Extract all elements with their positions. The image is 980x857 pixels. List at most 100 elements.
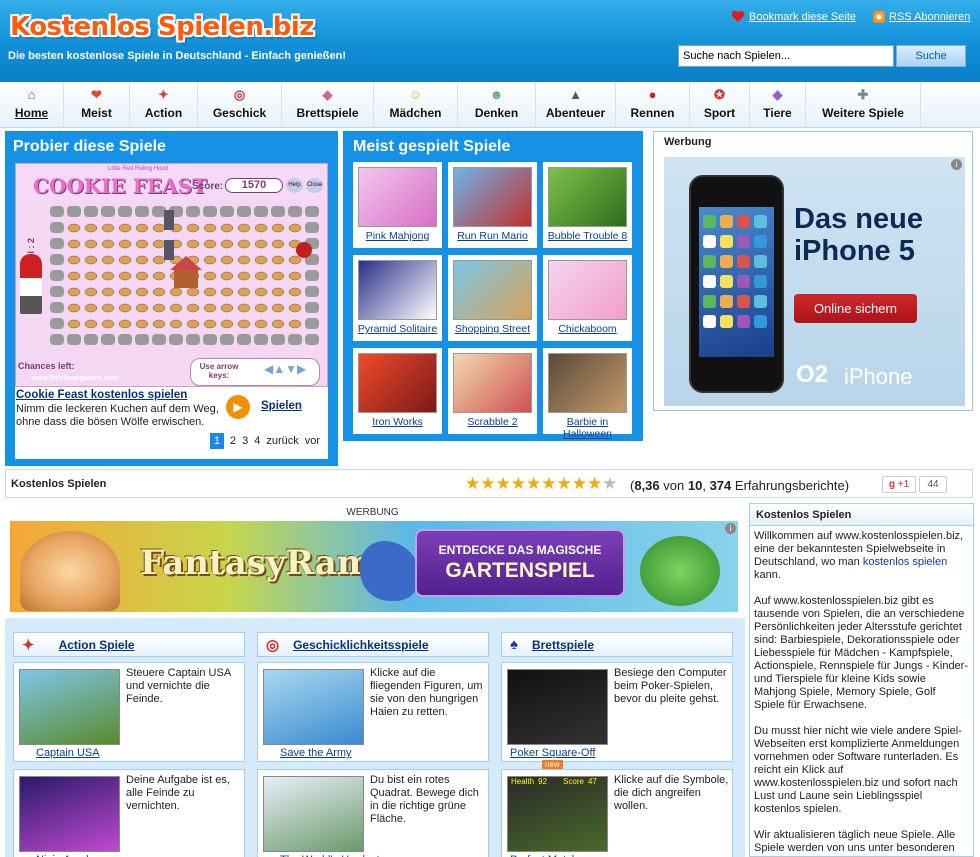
nav-item-abenteuer[interactable]: ▲ Abenteuer (536, 82, 616, 126)
game-thumbnail[interactable] (453, 167, 532, 227)
page-1[interactable]: 1 (210, 433, 224, 449)
game-link[interactable]: Poker Square-Off (510, 747, 595, 759)
frog-image (640, 536, 720, 606)
gplus-button[interactable]: g +1 (882, 476, 916, 493)
game-link[interactable]: Bubble Trouble 8 (543, 230, 632, 242)
site-tagline: Die besten kostenlose Spiele in Deutschl… (8, 50, 347, 62)
game-link[interactable]: Pyramid Solitaire (353, 323, 442, 335)
pagination: 1 2 3 4 zurück vor (210, 433, 320, 449)
nav-item-weitere-spiele[interactable]: ✚ Weitere Spiele (806, 82, 921, 126)
category-title-link[interactable]: Action Spiele (59, 638, 135, 652)
star-icon[interactable]: ★ (572, 475, 587, 492)
game-link[interactable]: Captain USA (36, 747, 100, 759)
iphone-ad[interactable]: i Das neue iPhone 5 Online sichern O2 iP… (664, 157, 965, 406)
star-icon[interactable]: ★ (602, 475, 617, 492)
most-played-tile[interactable]: Iron Works (353, 348, 442, 434)
game-thumbnail[interactable] (358, 353, 437, 413)
site-logo[interactable]: Kostenlos Spielen.biz (10, 12, 314, 42)
page-4[interactable]: 4 (254, 435, 260, 447)
game-thumbnail[interactable] (453, 353, 532, 413)
rating-bar: Kostenlos Spielen ★ ★ ★ ★ ★ ★ ★ ★ ★ ★ (8,36 von 1… (5, 469, 973, 498)
most-played-tile[interactable]: Pyramid Solitaire (353, 255, 442, 341)
nav-item-mädchen[interactable]: ☺ Mädchen (374, 82, 458, 126)
featured-game-desc: Nimm die leckeren Kuchen auf dem Weg, oh… (16, 403, 219, 428)
ad-info-icon[interactable]: i (951, 159, 962, 170)
nav-item-action[interactable]: ✦ Action (130, 82, 198, 126)
game-thumbnail[interactable] (19, 776, 120, 852)
nav-item-rennen[interactable]: ● Rennen (616, 82, 690, 126)
star-icon[interactable]: ★ (496, 475, 511, 492)
close-button[interactable]: Close (306, 178, 323, 193)
game-thumbnail[interactable] (263, 776, 364, 852)
game-card: Deine Aufgabe ist es, alle Feinde zu ver… (13, 769, 245, 857)
play-icon[interactable]: ▶ (226, 395, 250, 419)
game-link[interactable]: Save the Army (280, 747, 352, 759)
game-thumbnail[interactable] (358, 260, 437, 320)
star-icon[interactable]: ★ (557, 475, 572, 492)
most-played-tile[interactable]: Bubble Trouble 8 (543, 162, 632, 248)
game-thumbnail[interactable] (548, 167, 627, 227)
bookmark-link[interactable]: Bookmark diese Seite (731, 11, 856, 23)
dragon-image (360, 541, 420, 601)
game-link[interactable]: Chickaboom (543, 323, 632, 335)
online-sichern-button[interactable]: Online sichern (794, 294, 917, 323)
game-thumbnail[interactable] (19, 669, 120, 745)
star-icon[interactable]: ★ (526, 475, 541, 492)
game-thumbnail[interactable] (507, 669, 608, 745)
most-played-tile[interactable]: Chickaboom (543, 255, 632, 341)
nav-item-tiere[interactable]: ◆ Tiere (750, 82, 806, 126)
star-icon[interactable]: ★ (480, 475, 495, 492)
nav-item-meist[interactable]: ❤ Meist (64, 82, 130, 126)
page-forward[interactable]: vor (305, 435, 320, 447)
nav-item-brettspiele[interactable]: ◆ Brettspiele (282, 82, 374, 126)
ad-headline-2: iPhone 5 (794, 235, 915, 267)
star-icon[interactable]: ★ (587, 475, 602, 492)
star-icon[interactable]: ★ (541, 475, 556, 492)
rss-link[interactable]: ◉ RSS Abonnieren (873, 11, 970, 23)
search-button[interactable]: Suche (896, 45, 966, 67)
animal-icon: ◆ (772, 87, 783, 102)
help-button[interactable]: Help (286, 178, 303, 193)
most-played-tile[interactable]: Pink Mahjong (353, 162, 442, 248)
game-thumbnail[interactable] (263, 669, 364, 745)
star-icon[interactable]: ★ (511, 475, 526, 492)
page-3[interactable]: 3 (242, 435, 248, 447)
fantasyrama-ad[interactable]: FantasyRama ENTDECKE DAS MAGISCHE GARTEN… (10, 521, 738, 612)
game-description: Deine Aufgabe ist es, alle Feinde zu ver… (126, 774, 230, 812)
most-played-tile[interactable]: Scrabble 2 (448, 348, 537, 434)
game-thumbnail[interactable]: Health 92 Score 47 (507, 776, 608, 852)
game-thumbnail[interactable] (548, 260, 627, 320)
page-back[interactable]: zurück (266, 435, 298, 447)
rss-icon: ◉ (873, 11, 885, 23)
game-link[interactable]: Run Run Mario (448, 230, 537, 242)
most-played-tile[interactable]: Shopping Street (448, 255, 537, 341)
most-played-tile[interactable]: Barbie in Halloween (543, 348, 632, 440)
ad-info-icon-2[interactable]: i (725, 523, 736, 534)
star-icon[interactable]: ★ (465, 475, 480, 492)
featured-game-link[interactable]: Cookie Feast kostenlos spielen (16, 389, 187, 401)
target-icon: ◎ (266, 636, 280, 654)
nav-item-denken[interactable]: ☻ Denken (458, 82, 536, 126)
search-input[interactable] (678, 45, 894, 67)
game-link[interactable]: Scrabble 2 (448, 416, 537, 428)
game-link[interactable]: Shopping Street (448, 323, 537, 335)
game-link[interactable]: Barbie in Halloween (543, 416, 632, 440)
game-link[interactable]: Pink Mahjong (353, 230, 442, 242)
kostenlos-spielen-link[interactable]: kostenlos spielen (863, 556, 947, 568)
nav-item-sport[interactable]: ✪ Sport (690, 82, 750, 126)
nav-item-home[interactable]: ⌂ Home (0, 82, 64, 126)
nav-item-geschick[interactable]: ◎ Geschick (198, 82, 282, 126)
game-thumbnail[interactable] (358, 167, 437, 227)
game-thumbnail[interactable] (548, 353, 627, 413)
page-2[interactable]: 2 (230, 435, 236, 447)
game-link[interactable]: Iron Works (353, 416, 442, 428)
game-description: Du bist ein rotes Quadrat. Bewege dich i… (370, 774, 479, 825)
most-played-tile[interactable]: Run Run Mario (448, 162, 537, 248)
category-title-link[interactable]: Brettspiele (532, 638, 594, 652)
category-title-link[interactable]: Geschicklichkeitsspiele (293, 638, 428, 652)
game-thumbnail[interactable] (453, 260, 532, 320)
rating-stars[interactable]: ★ ★ ★ ★ ★ ★ ★ ★ ★ ★ (465, 475, 618, 492)
gartenspiel-cta[interactable]: ENTDECKE DAS MAGISCHE GARTENSPIEL (415, 529, 625, 597)
play-link[interactable]: Spielen (261, 400, 302, 412)
featured-game-screenshot[interactable]: COOKIE FEAST Little Red Riding Hood Scor… (15, 163, 328, 387)
